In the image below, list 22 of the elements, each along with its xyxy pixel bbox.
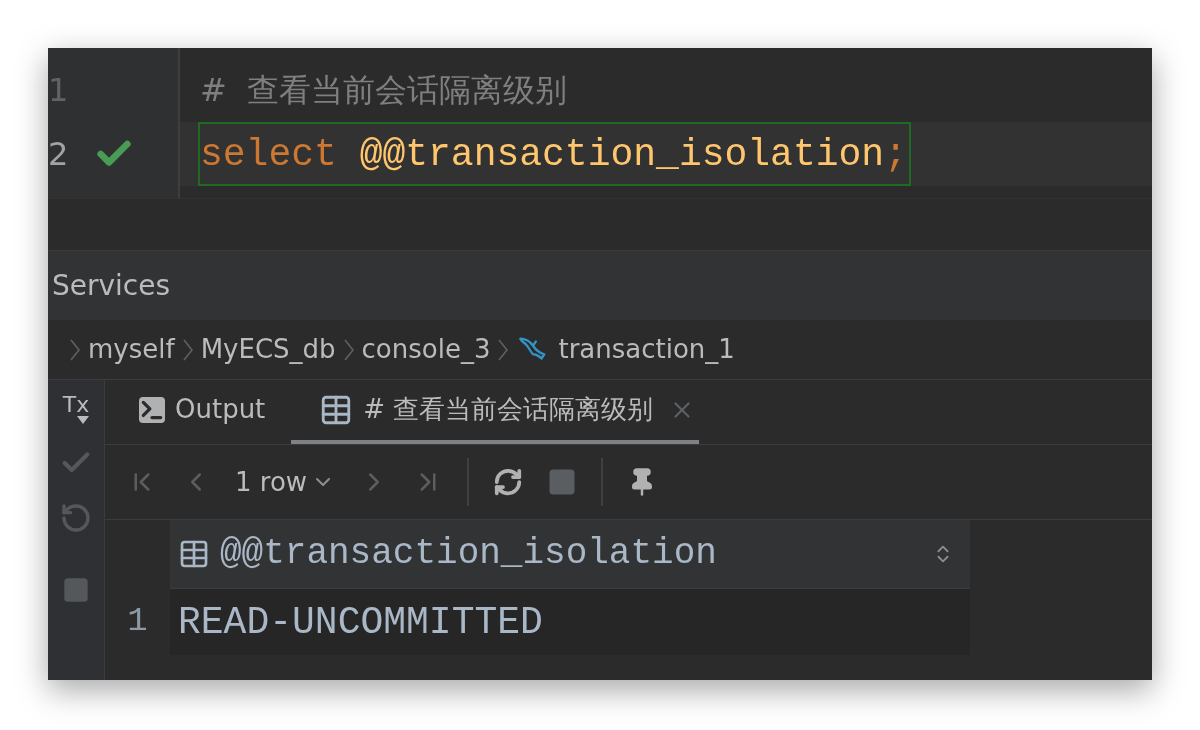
- breadcrumb-separator-icon: [498, 338, 509, 361]
- column-header[interactable]: @@transaction_isolation: [170, 520, 970, 588]
- console-icon: [139, 396, 165, 423]
- table-cell: READ-UNCOMMITTED: [170, 588, 970, 655]
- row-number: 1: [126, 601, 149, 642]
- code-line: # 查看当前会话隔离级别: [199, 70, 569, 111]
- dropdown-icon: [77, 416, 90, 424]
- line-number: 2: [48, 134, 70, 175]
- breadcrumb-separator-icon: [182, 338, 193, 361]
- breadcrumb-separator-icon: [343, 338, 354, 361]
- breadcrumb-item[interactable]: console_3: [361, 330, 491, 369]
- result-tab[interactable]: Output: [135, 379, 270, 444]
- breadcrumb-separator-icon: [70, 338, 80, 361]
- result-tab[interactable]: # 查看当前会话隔离级别: [291, 379, 700, 444]
- row-count-dropdown[interactable]: 1 row: [235, 462, 336, 502]
- breadcrumb-item[interactable]: transaction_1: [558, 330, 735, 369]
- reload-icon[interactable]: [493, 467, 524, 497]
- breadcrumb-item[interactable]: myself: [88, 330, 175, 369]
- panel-title: Services: [52, 267, 171, 304]
- table-icon: [178, 538, 210, 570]
- breadcrumb-item[interactable]: MyECS_db: [200, 330, 336, 369]
- transaction-mode-button[interactable]: Tx: [62, 394, 90, 424]
